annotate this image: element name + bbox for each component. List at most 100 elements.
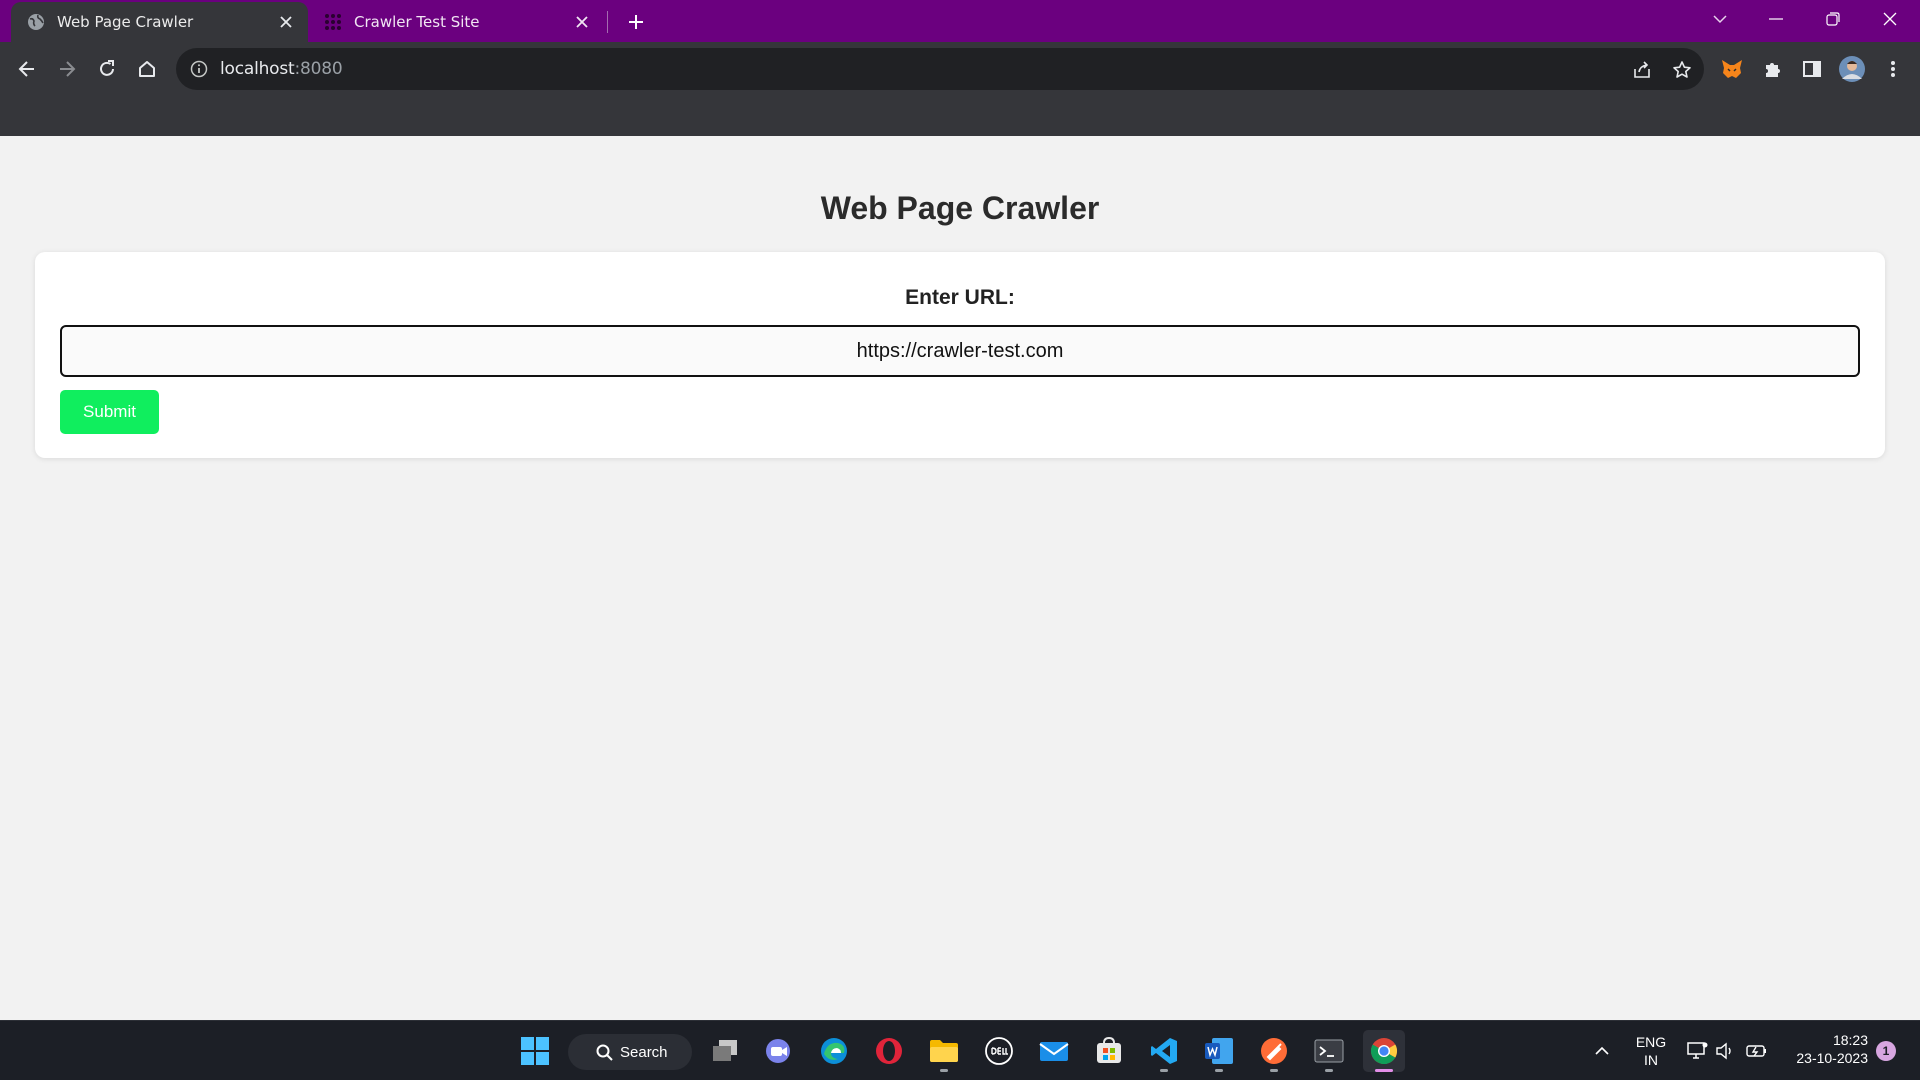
- search-label: Search: [620, 1043, 668, 1061]
- volume-button[interactable]: [1713, 1039, 1737, 1063]
- puzzle-icon: [1766, 63, 1780, 77]
- running-indicator: [1215, 1069, 1223, 1072]
- word-app[interactable]: [1198, 1030, 1240, 1072]
- chevron-down-icon: [1713, 15, 1727, 24]
- postman-icon: [1261, 1038, 1287, 1064]
- teams-chat-app[interactable]: [758, 1030, 800, 1072]
- speaker-icon: [1716, 1042, 1731, 1060]
- avatar: [1839, 56, 1865, 82]
- reload-button[interactable]: [90, 52, 124, 86]
- language-code: ENG: [1635, 1034, 1667, 1050]
- restore-button[interactable]: [1805, 0, 1861, 38]
- reload-icon: [100, 60, 114, 76]
- chrome-icon: [1370, 1038, 1398, 1065]
- opera-app[interactable]: [868, 1030, 910, 1072]
- language-indicator[interactable]: ENG IN: [1628, 1033, 1674, 1069]
- close-tab-icon[interactable]: [274, 10, 298, 34]
- region-code: IN: [1644, 1052, 1658, 1068]
- start-button[interactable]: [514, 1030, 556, 1072]
- dell-app[interactable]: [978, 1030, 1020, 1072]
- page-title: Web Page Crawler: [820, 190, 1100, 226]
- close-window-button[interactable]: [1862, 0, 1918, 38]
- globe-icon: [28, 14, 44, 30]
- chevron-up-icon: [1595, 1046, 1609, 1055]
- tab-search-button[interactable]: [1692, 0, 1748, 38]
- bookmark-button[interactable]: [1670, 58, 1694, 82]
- vscode-app[interactable]: [1143, 1030, 1185, 1072]
- file-explorer-app[interactable]: [923, 1030, 965, 1072]
- mail-app[interactable]: [1033, 1030, 1075, 1072]
- menu-button[interactable]: [1878, 54, 1908, 84]
- running-indicator: [1160, 1069, 1168, 1072]
- profile-button[interactable]: [1837, 54, 1867, 84]
- network-button[interactable]: [1685, 1039, 1709, 1063]
- tab-separator: [607, 11, 608, 33]
- terminal-icon: [1314, 1039, 1344, 1063]
- battery-button[interactable]: [1745, 1039, 1769, 1063]
- close-icon: [1883, 12, 1897, 26]
- minimize-icon: [1769, 18, 1783, 20]
- edge-app[interactable]: [813, 1030, 855, 1072]
- taskbar-search[interactable]: Search: [568, 1034, 692, 1070]
- page-content: Web Page Crawler Enter URL: Submit: [0, 136, 1920, 1020]
- metamask-extension-button[interactable]: [1717, 54, 1747, 84]
- restore-icon: [1826, 12, 1840, 26]
- url-port: :8080: [294, 59, 343, 79]
- tab-crawler-test-site[interactable]: Crawler Test Site: [312, 2, 604, 42]
- extensions-button[interactable]: [1757, 54, 1787, 84]
- task-view-icon: [713, 1040, 737, 1061]
- windows-logo-icon: [521, 1037, 549, 1065]
- side-panel-button[interactable]: [1797, 54, 1827, 84]
- star-icon: [1673, 61, 1691, 78]
- address-bar[interactable]: localhost:8080: [176, 48, 1704, 90]
- plus-icon: [629, 15, 643, 29]
- clock[interactable]: 18:23 23-10-2023: [1784, 1031, 1868, 1067]
- microsoft-store-app[interactable]: [1088, 1030, 1130, 1072]
- back-button[interactable]: [10, 52, 44, 86]
- video-chat-icon: [766, 1039, 790, 1063]
- new-tab-button[interactable]: [622, 8, 650, 36]
- forward-button[interactable]: [50, 52, 84, 86]
- running-indicator: [1325, 1069, 1333, 1072]
- tab-web-page-crawler[interactable]: Web Page Crawler: [11, 2, 308, 42]
- url-label: Enter URL:: [905, 286, 1015, 309]
- edge-icon: [821, 1038, 847, 1064]
- running-indicator: [1375, 1069, 1393, 1072]
- info-icon[interactable]: [190, 60, 208, 78]
- vscode-icon: [1151, 1038, 1177, 1064]
- chrome-app[interactable]: [1363, 1030, 1405, 1072]
- opera-icon: [876, 1038, 902, 1064]
- fox-icon: [1722, 60, 1742, 78]
- clock-date: 23-10-2023: [1796, 1050, 1868, 1066]
- taskbar: Search ENG IN 18:23 23-10-2023 1: [0, 1020, 1920, 1080]
- show-hidden-icons-button[interactable]: [1590, 1039, 1614, 1063]
- arrow-right-icon: [60, 61, 76, 77]
- notification-badge[interactable]: 1: [1876, 1041, 1896, 1061]
- browser-titlebar: Web Page Crawler Crawler Test Site: [0, 0, 1920, 42]
- home-button[interactable]: [130, 52, 164, 86]
- grid-favicon-icon: [325, 14, 341, 30]
- address-url[interactable]: localhost:8080: [220, 59, 343, 79]
- battery-charging-icon: [1746, 1045, 1766, 1057]
- running-indicator: [940, 1069, 948, 1072]
- crawler-form-card: Enter URL: Submit: [35, 252, 1885, 458]
- url-host: localhost: [220, 59, 295, 79]
- browser-toolbar: localhost:8080: [0, 42, 1920, 138]
- running-indicator: [1270, 1069, 1278, 1072]
- mail-icon: [1039, 1042, 1069, 1061]
- url-input[interactable]: [60, 325, 1860, 377]
- terminal-app[interactable]: [1308, 1030, 1350, 1072]
- task-view-button[interactable]: [704, 1030, 746, 1072]
- home-icon: [139, 61, 155, 77]
- tab-title: Crawler Test Site: [354, 13, 480, 31]
- postman-app[interactable]: [1253, 1030, 1295, 1072]
- side-panel-icon: [1803, 61, 1821, 77]
- submit-button[interactable]: Submit: [60, 390, 159, 434]
- word-icon: [1205, 1038, 1233, 1064]
- share-button[interactable]: [1630, 58, 1654, 82]
- minimize-button[interactable]: [1748, 0, 1804, 38]
- close-tab-icon[interactable]: [570, 10, 594, 34]
- folder-icon: [930, 1040, 958, 1062]
- search-icon: [596, 1044, 613, 1061]
- kebab-menu-icon: [1891, 61, 1895, 77]
